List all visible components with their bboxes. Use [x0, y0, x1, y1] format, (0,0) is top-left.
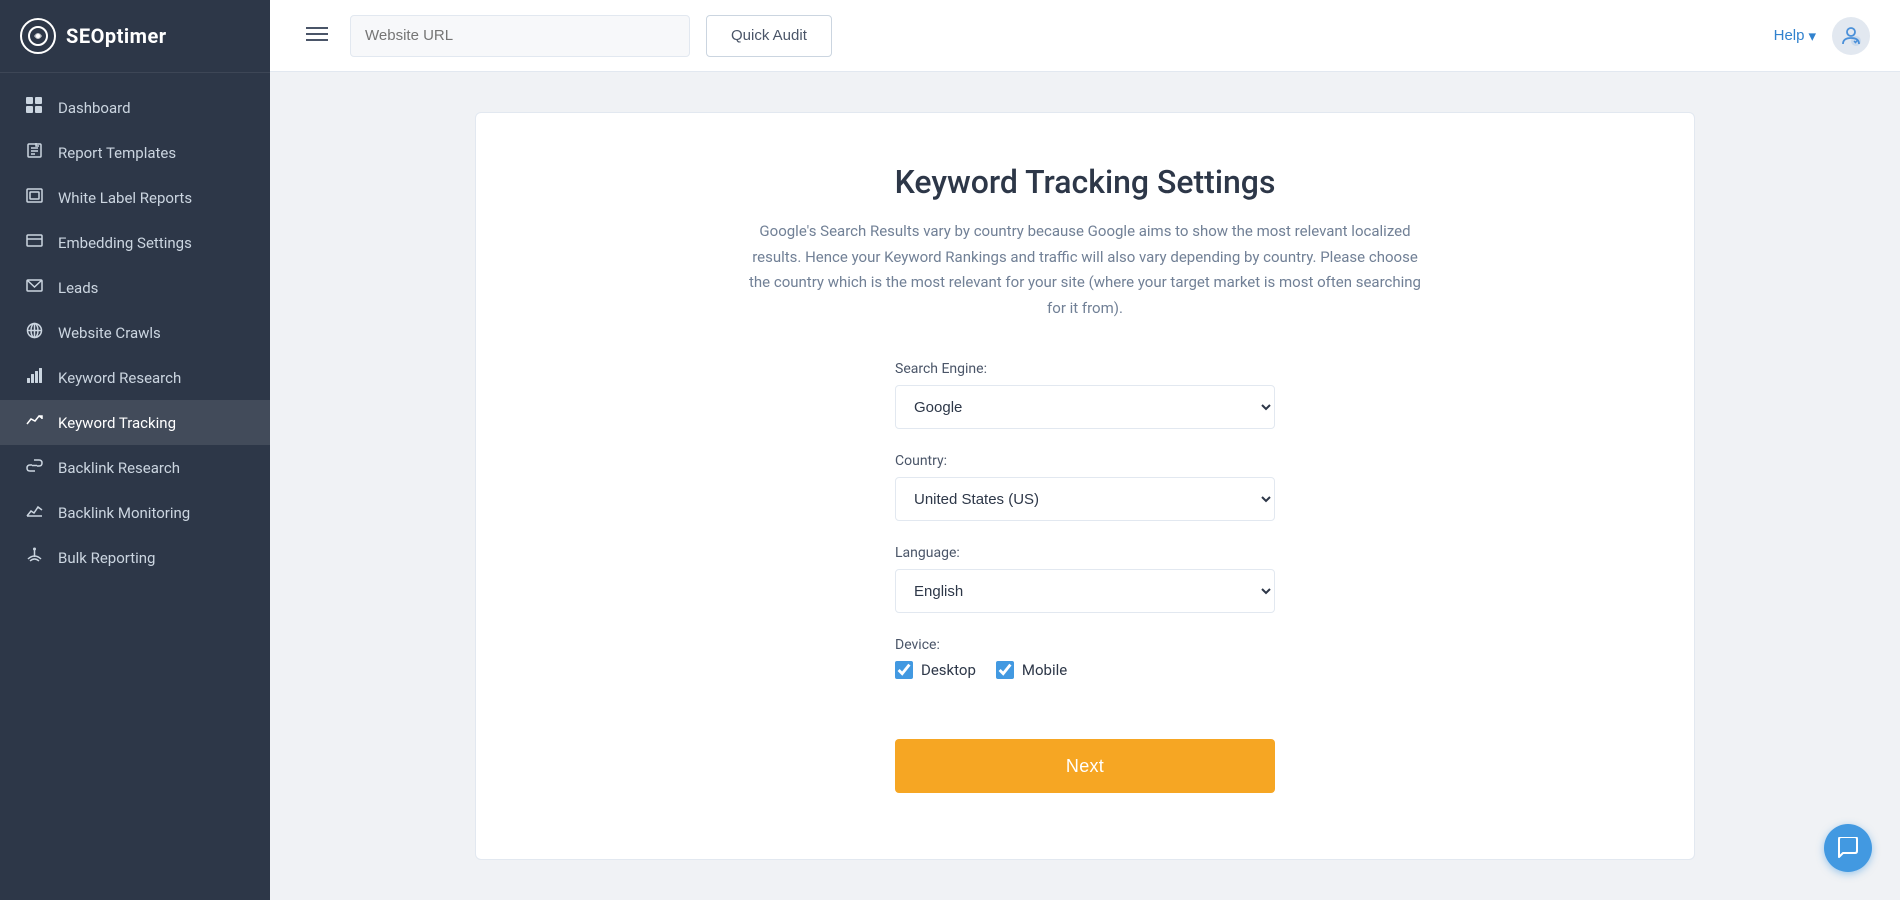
sidebar-item-keyword-tracking[interactable]: Keyword Tracking [0, 400, 270, 445]
sidebar-label-website-crawls: Website Crawls [58, 324, 161, 342]
backlink-monitoring-icon [24, 502, 44, 523]
country-label: Country: [895, 453, 1275, 469]
logo-icon [20, 18, 56, 54]
help-dropdown-icon: ▾ [1808, 27, 1816, 45]
country-select[interactable]: United States (US) United Kingdom (UK) A… [895, 477, 1275, 521]
device-group: Device: Desktop Mobile [895, 637, 1275, 679]
sidebar-item-backlink-research[interactable]: Backlink Research [0, 445, 270, 490]
mobile-option[interactable]: Mobile [996, 661, 1067, 679]
sidebar-item-white-label-reports[interactable]: White Label Reports [0, 175, 270, 220]
brand-name: SEOptimer [66, 24, 167, 48]
device-options: Desktop Mobile [895, 661, 1275, 679]
embedding-settings-icon [24, 232, 44, 253]
backlink-research-icon [24, 457, 44, 478]
sidebar-item-report-templates[interactable]: Report Templates [0, 130, 270, 175]
settings-card: Keyword Tracking Settings Google's Searc… [475, 112, 1695, 860]
sidebar: SEOptimer Dashboard Report Templates Whi… [0, 0, 270, 900]
sidebar-item-backlink-monitoring[interactable]: Backlink Monitoring [0, 490, 270, 535]
device-label: Device: [895, 637, 1275, 653]
page-title: Keyword Tracking Settings [536, 163, 1634, 201]
sidebar-item-dashboard[interactable]: Dashboard [0, 85, 270, 130]
keyword-research-icon [24, 367, 44, 388]
sidebar-item-embedding-settings[interactable]: Embedding Settings [0, 220, 270, 265]
desktop-option[interactable]: Desktop [895, 661, 976, 679]
header: Quick Audit Help ▾ [270, 0, 1900, 72]
help-button[interactable]: Help ▾ [1774, 27, 1816, 45]
desktop-label: Desktop [921, 661, 976, 679]
url-input[interactable] [350, 15, 690, 57]
next-button[interactable]: Next [895, 739, 1275, 793]
sidebar-label-leads: Leads [58, 279, 98, 297]
main-area: Quick Audit Help ▾ Keyword Tracking Sett… [270, 0, 1900, 900]
sidebar-label-dashboard: Dashboard [58, 99, 131, 117]
sidebar-item-keyword-research[interactable]: Keyword Research [0, 355, 270, 400]
report-templates-icon [24, 142, 44, 163]
country-group: Country: United States (US) United Kingd… [895, 453, 1275, 521]
sidebar-label-bulk-reporting: Bulk Reporting [58, 549, 155, 567]
desktop-checkbox[interactable] [895, 661, 913, 679]
sidebar-label-report-templates: Report Templates [58, 144, 176, 162]
user-avatar[interactable] [1832, 17, 1870, 55]
sidebar-item-website-crawls[interactable]: Website Crawls [0, 310, 270, 355]
quick-audit-button[interactable]: Quick Audit [706, 15, 832, 57]
language-label: Language: [895, 545, 1275, 561]
sidebar-label-embedding-settings: Embedding Settings [58, 234, 192, 252]
sidebar-item-bulk-reporting[interactable]: Bulk Reporting [0, 535, 270, 580]
search-engine-group: Search Engine: Google Bing Yahoo [895, 361, 1275, 429]
sidebar-label-keyword-tracking: Keyword Tracking [58, 414, 176, 432]
sidebar-item-leads[interactable]: Leads [0, 265, 270, 310]
sidebar-label-white-label-reports: White Label Reports [58, 189, 192, 207]
chat-button[interactable] [1824, 824, 1872, 872]
content-area: Keyword Tracking Settings Google's Searc… [270, 72, 1900, 900]
mobile-label: Mobile [1022, 661, 1067, 679]
sidebar-logo: SEOptimer [0, 0, 270, 73]
dashboard-icon [24, 97, 44, 118]
search-engine-label: Search Engine: [895, 361, 1275, 377]
page-subtitle: Google's Search Results vary by country … [745, 219, 1425, 321]
language-select[interactable]: English Spanish French German Chinese Ja… [895, 569, 1275, 613]
sidebar-label-keyword-research: Keyword Research [58, 369, 181, 387]
white-label-reports-icon [24, 187, 44, 208]
settings-form: Search Engine: Google Bing Yahoo Country… [895, 361, 1275, 793]
bulk-reporting-icon [24, 547, 44, 568]
sidebar-label-backlink-research: Backlink Research [58, 459, 180, 477]
keyword-tracking-icon [24, 412, 44, 433]
leads-icon [24, 277, 44, 298]
mobile-checkbox[interactable] [996, 661, 1014, 679]
sidebar-label-backlink-monitoring: Backlink Monitoring [58, 504, 190, 522]
hamburger-button[interactable] [300, 17, 334, 55]
language-group: Language: English Spanish French German … [895, 545, 1275, 613]
search-engine-select[interactable]: Google Bing Yahoo [895, 385, 1275, 429]
website-crawls-icon [24, 322, 44, 343]
sidebar-nav: Dashboard Report Templates White Label R… [0, 73, 270, 900]
